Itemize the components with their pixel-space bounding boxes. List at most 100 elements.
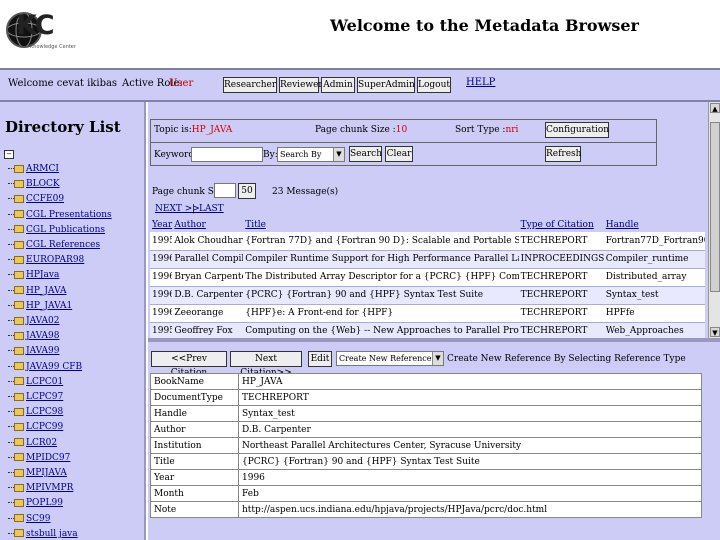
page-title: Welcome to the Metadata Browser xyxy=(330,16,639,35)
sidebar-item[interactable]: MPIDC97 xyxy=(8,453,70,467)
sidebar-item[interactable]: EUROPAR98 xyxy=(8,255,84,269)
folder-icon xyxy=(14,422,24,431)
vertical-scrollbar[interactable]: ▲ ▼ xyxy=(708,102,720,338)
sidebar-item-label: HPJava xyxy=(26,270,60,281)
table-cell: 1996 xyxy=(150,250,173,269)
search-by-select[interactable]: Search By ▼ xyxy=(277,147,345,162)
next-citation-button[interactable]: Next Citation>> xyxy=(230,351,302,378)
sidebar-item[interactable]: CGL Publications xyxy=(8,225,105,239)
folder-icon xyxy=(14,407,24,416)
sidebar-item-label: CGL Presentations xyxy=(26,209,112,220)
keyword-input[interactable] xyxy=(191,147,263,162)
sidebar-item-label: SC99 xyxy=(26,513,51,524)
sidebar-item[interactable]: HPJava xyxy=(8,270,59,284)
page-chunk-button[interactable]: 50 xyxy=(238,183,256,199)
page-size-label: Page chunk Size :10 xyxy=(315,125,408,135)
sidebar-item[interactable]: JAVA02 xyxy=(8,316,60,330)
sidebar-item[interactable]: SC99 xyxy=(8,514,51,528)
sidebar-item[interactable]: stsbull java xyxy=(8,529,78,540)
sidebar-item[interactable]: ARMCI xyxy=(8,164,59,178)
table-cell: D.B. Carpenter xyxy=(172,286,244,305)
researcher-button[interactable]: Researcher xyxy=(223,77,277,93)
welcome-text: Welcome cevat ikibas xyxy=(8,78,118,89)
last-page-link[interactable]: LAST xyxy=(199,204,224,214)
table-cell: Alok Choudhary xyxy=(172,232,244,251)
folder-icon xyxy=(14,225,24,234)
scroll-down-icon[interactable]: ▼ xyxy=(710,327,720,337)
clear-button[interactable]: Clear xyxy=(385,146,413,162)
column-header[interactable]: Author xyxy=(172,218,243,232)
table-row[interactable]: 1996D.B. Carpenter{PCRC} {Fortran} 90 an… xyxy=(150,286,705,305)
table-cell: Zeeorange xyxy=(172,304,244,323)
search-button[interactable]: Search xyxy=(349,146,382,162)
table-header-row: Year Author Title Type of Citation Handle xyxy=(150,218,705,232)
folder-icon xyxy=(14,377,24,386)
table-cell: TECHREPORT xyxy=(518,268,604,287)
configuration-button[interactable]: Configuration xyxy=(545,122,609,138)
column-header[interactable]: Type of Citation xyxy=(519,218,604,232)
sidebar-item[interactable]: CGL References xyxy=(8,240,100,254)
folder-icon xyxy=(14,514,24,523)
sidebar-item[interactable]: MPIJAVA xyxy=(8,468,67,482)
sidebar-item[interactable]: JAVA99 xyxy=(8,346,60,360)
table-row[interactable]: 1996Bryan CarpenterThe Distributed Array… xyxy=(150,268,705,287)
create-reference-select[interactable]: Create New Reference ▼ xyxy=(336,351,444,366)
table-cell: {PCRC} {Fortran} 90 and {HPF} Syntax Tes… xyxy=(243,286,519,305)
scroll-up-icon[interactable]: ▲ xyxy=(710,103,720,113)
sidebar-item[interactable]: LCPC99 xyxy=(8,422,63,436)
table-row[interactable]: 1996Parallel CompilerCompiler Runtime Su… xyxy=(150,250,705,269)
detail-value: http://aspen.ucs.indiana.edu/hpjava/proj… xyxy=(238,501,702,518)
refresh-button[interactable]: Refresh xyxy=(545,146,581,162)
sidebar-item-label: CGL Publications xyxy=(26,224,106,235)
sidebar-item[interactable]: POPL99 xyxy=(8,498,63,512)
column-header[interactable]: Title xyxy=(243,218,518,232)
sidebar-item[interactable]: LCPC98 xyxy=(8,407,63,421)
table-row[interactable]: 1996Zeeorange{HPF}e: A Front-end for {HP… xyxy=(150,304,705,323)
sidebar-item[interactable]: JAVA98 xyxy=(8,331,60,345)
folder-icon xyxy=(14,331,24,340)
sidebar-item[interactable]: LCPC01 xyxy=(8,377,63,391)
edit-button[interactable]: Edit xyxy=(308,351,332,367)
help-link[interactable]: HELP xyxy=(466,77,495,88)
scroll-thumb[interactable] xyxy=(710,122,720,292)
table-cell: {HPF}e: A Front-end for {HPF} xyxy=(243,304,519,323)
folder-icon xyxy=(14,286,24,295)
sidebar-item-label: EUROPAR98 xyxy=(26,255,85,266)
sidebar-item-label: POPL99 xyxy=(26,498,63,509)
detail-key: Handle xyxy=(150,405,239,422)
sidebar-item[interactable]: HP_JAVA xyxy=(8,286,66,300)
detail-value: D.B. Carpenter xyxy=(238,421,702,438)
table-cell: 1996 xyxy=(150,268,173,287)
detail-key: Institution xyxy=(150,437,239,454)
column-header[interactable]: Handle xyxy=(604,218,705,232)
citation-table-body: 1995 Alok Choudhary {Fortran 77D} and {For… xyxy=(150,232,705,341)
admin-button[interactable]: Admin xyxy=(321,77,355,93)
page-chunk-input[interactable] xyxy=(214,183,236,198)
sidebar-item[interactable]: LCR02 xyxy=(8,438,57,452)
prev-citation-button[interactable]: <<Prev Citation xyxy=(151,351,227,378)
kc-logo: KC Knowledge Center xyxy=(2,4,82,64)
collapse-box-icon[interactable]: − xyxy=(4,150,14,159)
sidebar-item[interactable]: CGL Presentations xyxy=(8,210,112,224)
sidebar-item[interactable]: MPIVMPR xyxy=(8,483,73,497)
sort-value: nri xyxy=(505,125,519,135)
sidebar-item[interactable]: JAVA99 CFB xyxy=(8,362,82,376)
sidebar-item[interactable]: LCPC97 xyxy=(8,392,63,406)
column-header[interactable]: Year xyxy=(150,218,172,232)
create-reference-text: Create New Reference By Selecting Refere… xyxy=(447,354,686,364)
reviewer-button[interactable]: Reviewer xyxy=(279,77,323,93)
sidebar-item[interactable]: BLOCK xyxy=(8,179,60,193)
superadmin-button[interactable]: SuperAdmin xyxy=(357,77,415,93)
sidebar-item[interactable]: CCFE09 xyxy=(8,194,64,208)
sidebar-item-label: BLOCK xyxy=(26,179,60,190)
sidebar-item-label: stsbull java xyxy=(26,528,78,539)
page-size-value: 10 xyxy=(395,125,408,135)
table-cell: TECHREPORT xyxy=(518,304,604,323)
table-row[interactable]: 1995 Alok Choudhary {Fortran 77D} and {For… xyxy=(150,232,705,251)
sidebar-item-label: ARMCI xyxy=(26,164,59,174)
sidebar-item[interactable]: HP_JAVA1 xyxy=(8,301,72,315)
detail-row: Note http://aspen.ucs.indiana.edu/hpjava/… xyxy=(150,501,702,518)
logout-button[interactable]: Logout xyxy=(417,77,451,93)
header: KC Knowledge Center Welcome to the Metad… xyxy=(0,0,720,68)
table-cell: 1996 xyxy=(150,286,173,305)
